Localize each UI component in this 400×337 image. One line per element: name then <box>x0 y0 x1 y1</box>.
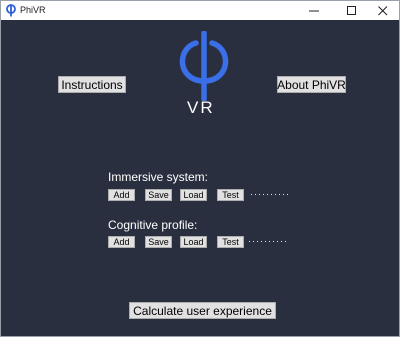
minimize-icon <box>309 10 319 11</box>
about-button[interactable]: About PhiVR <box>277 76 346 93</box>
minimize-button[interactable] <box>298 1 330 20</box>
immersive-save-button[interactable]: Save <box>145 189 172 201</box>
instructions-button[interactable]: Instructions <box>58 76 126 93</box>
app-logo-icon <box>6 4 16 17</box>
cognitive-test-button[interactable]: Test <box>217 236 244 248</box>
close-button[interactable] <box>367 1 399 20</box>
maximize-button[interactable] <box>336 1 368 20</box>
cognitive-profile-label: Cognitive profile: <box>108 218 198 232</box>
maximize-icon <box>347 5 356 15</box>
close-icon <box>378 5 388 15</box>
immersive-load-button[interactable]: Load <box>180 189 207 201</box>
immersive-system-label: Immersive system: <box>108 170 209 184</box>
app-window: PhiVR VR Instructions About PhiVR Immers… <box>0 0 400 337</box>
calculate-experience-button[interactable]: Calculate user experience <box>129 302 276 319</box>
window-title: PhiVR <box>20 5 46 15</box>
immersive-add-button[interactable]: Add <box>108 189 135 201</box>
title-bar[interactable]: PhiVR <box>1 1 399 20</box>
main-panel: VR Instructions About PhiVR Immersive sy… <box>1 20 399 336</box>
phi-logo-icon <box>179 31 229 101</box>
logo-vr-text: VR <box>187 98 215 117</box>
cognitive-status: ·········· <box>248 236 288 246</box>
cognitive-add-button[interactable]: Add <box>108 236 135 248</box>
immersive-status: ·········· <box>250 189 290 199</box>
cognitive-save-button[interactable]: Save <box>145 236 172 248</box>
immersive-test-button[interactable]: Test <box>217 189 244 201</box>
cognitive-load-button[interactable]: Load <box>180 236 207 248</box>
